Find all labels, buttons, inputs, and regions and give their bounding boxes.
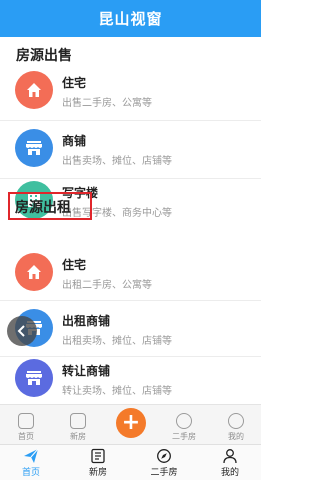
tab-secondhand[interactable]: 二手房 xyxy=(142,448,186,478)
plus-icon: + xyxy=(121,410,141,435)
tab-new-house[interactable]: 新房 xyxy=(76,448,120,478)
item-title: 商铺 xyxy=(62,134,87,148)
tab-mine[interactable]: 我的 xyxy=(208,448,252,478)
section-title-rent: 房源出租 xyxy=(15,200,71,216)
house-icon xyxy=(15,71,53,109)
shop-icon xyxy=(15,359,53,397)
house-icon xyxy=(15,253,53,291)
send-icon xyxy=(24,448,39,463)
item-subtitle: 转让卖场、摊位、店铺等 xyxy=(62,386,172,397)
app-header: 昆山视窗 xyxy=(0,0,261,37)
ghost-nav-new: 新房 xyxy=(58,413,98,442)
item-title: 转让商铺 xyxy=(62,364,111,378)
smile-icon xyxy=(228,413,244,429)
item-subtitle: 出租卖场、摊位、店铺等 xyxy=(62,336,172,347)
list-item-sale-residence[interactable]: 住宅 出售二手房、公寓等 xyxy=(0,62,261,120)
post-plus-button[interactable]: + xyxy=(116,408,146,438)
news-icon xyxy=(91,448,105,464)
building-icon xyxy=(70,413,86,429)
home-icon xyxy=(18,413,34,429)
tab-home[interactable]: 首页 xyxy=(9,448,53,478)
item-title: 出租商铺 xyxy=(62,314,111,328)
shop-icon xyxy=(15,129,53,167)
back-button[interactable] xyxy=(7,316,37,346)
list-item-sale-shop[interactable]: 商铺 出售卖场、摊位、店铺等 xyxy=(0,120,261,178)
app-title: 昆山视窗 xyxy=(98,10,163,28)
item-title: 住宅 xyxy=(62,258,87,272)
compass-icon xyxy=(157,449,171,463)
item-subtitle: 出租二手房、公寓等 xyxy=(62,280,152,291)
chevron-left-icon xyxy=(17,325,25,337)
ghost-nav-secondhand: 二手房 xyxy=(164,413,204,442)
item-title: 住宅 xyxy=(62,76,87,90)
item-subtitle: 出售二手房、公寓等 xyxy=(62,98,152,109)
bottom-tab-bar: 首页 新房 二手房 我的 xyxy=(0,444,261,480)
user-icon xyxy=(223,449,237,464)
list-item-rent-residence[interactable]: 住宅 出租二手房、公寓等 xyxy=(0,244,261,302)
list-item-transfer-shop[interactable]: 转让商铺 转让卖场、摊位、店铺等 xyxy=(0,350,261,408)
ghost-nav-mine: 我的 xyxy=(216,413,256,442)
item-subtitle: 出售卖场、摊位、店铺等 xyxy=(62,156,172,167)
compass-icon xyxy=(176,413,192,429)
ghost-nav-home: 首页 xyxy=(6,413,46,442)
